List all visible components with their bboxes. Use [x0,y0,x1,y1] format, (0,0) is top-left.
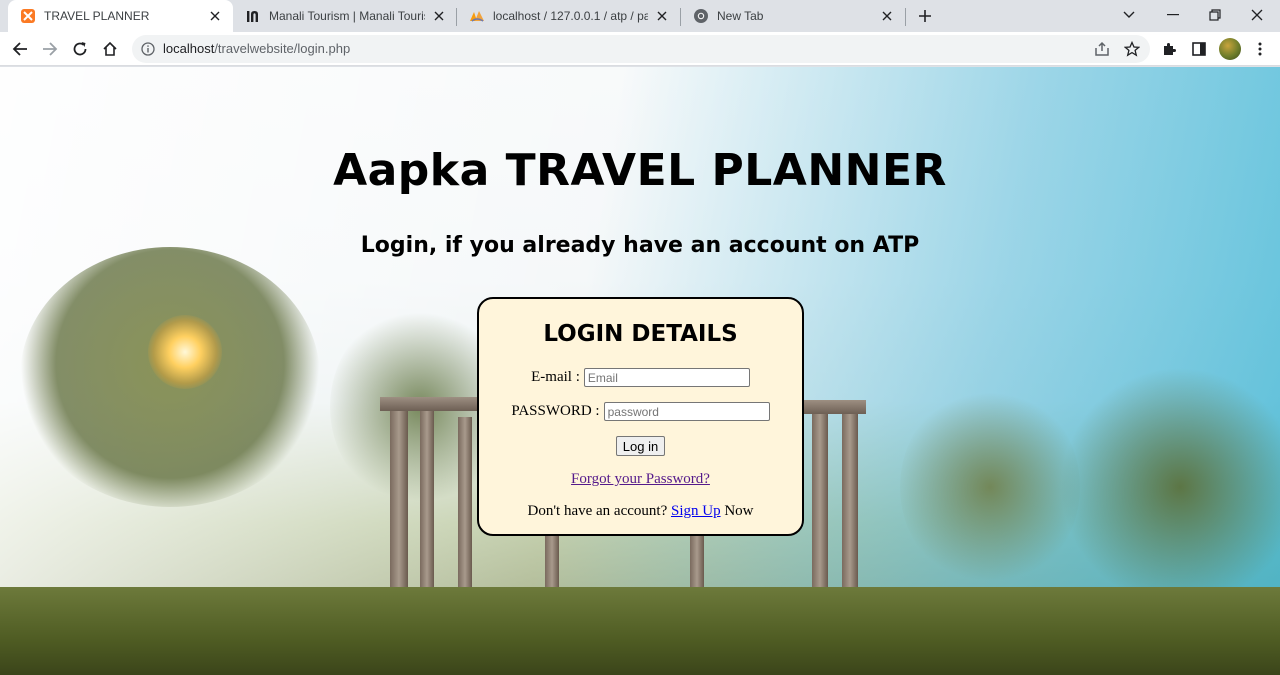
arrow-right-icon [43,42,58,56]
url-path: /travelwebsite/login.php [214,41,351,56]
profile-avatar[interactable] [1219,38,1241,60]
holidify-icon [245,8,261,24]
share-button[interactable] [1088,35,1116,63]
xampp-icon [20,8,36,24]
arrow-left-icon [12,42,27,56]
close-tab-icon[interactable] [431,8,447,24]
login-button[interactable]: Log in [615,436,666,456]
browser-toolbar: localhost/travelwebsite/login.php [0,32,1280,66]
tab-strip: TRAVEL PLANNER Manali Tourism | Manali T… [0,0,1280,32]
password-field[interactable] [603,402,770,421]
signup-suffix: Now [724,503,754,519]
tab-separator [905,8,906,26]
back-button[interactable] [6,35,34,63]
info-icon[interactable] [140,41,156,57]
bookmark-button[interactable] [1118,35,1146,63]
chrome-icon [693,8,709,24]
tab-manali-tourism[interactable]: Manali Tourism | Manali Tourist P [233,0,457,32]
reload-button[interactable] [66,35,94,63]
tab-title: TRAVEL PLANNER [44,9,150,23]
new-tab-button[interactable] [913,4,937,28]
restore-icon [1209,9,1221,21]
side-panel-icon [1192,42,1206,56]
phpmyadmin-icon [469,8,485,24]
puzzle-icon [1164,43,1176,55]
tab-title: New Tab [717,9,764,23]
minimize-button[interactable] [1150,0,1196,30]
menu-button[interactable] [1246,35,1274,63]
forward-button[interactable] [36,35,64,63]
close-tab-icon[interactable] [207,8,223,24]
extensions-button[interactable] [1155,35,1183,63]
page-content: Aapka TRAVEL PLANNER Login, if you alrea… [0,67,1280,675]
login-form: LOGIN DETAILS E-mail : PASSWORD : Log in… [477,297,804,536]
reload-icon [73,42,87,56]
login-heading: LOGIN DETAILS [543,321,738,347]
tab-new-tab[interactable]: New Tab [681,0,905,32]
home-button[interactable] [96,35,124,63]
password-label: PASSWORD : [511,403,600,419]
kebab-menu-icon [1258,42,1262,56]
address-bar[interactable]: localhost/travelwebsite/login.php [132,35,1150,63]
chevron-down-icon [1123,11,1135,18]
forgot-row: Forgot your Password? [479,471,802,488]
close-tab-icon[interactable] [654,8,670,24]
close-tab-icon[interactable] [879,8,895,24]
email-field[interactable] [583,368,750,387]
url-text: localhost/travelwebsite/login.php [163,41,350,56]
share-icon [1095,41,1109,56]
forgot-password-link[interactable]: Forgot your Password? [571,471,710,488]
email-row: E-mail : [479,368,802,387]
site-title: Aapka TRAVEL PLANNER [333,145,947,196]
url-host: localhost [163,41,215,56]
signup-prefix: Don't have an account? [527,503,668,519]
submit-row: Log in [479,436,802,456]
tab-search-button[interactable] [1106,0,1152,30]
side-panel-button[interactable] [1185,35,1213,63]
minimize-icon [1167,14,1179,16]
email-label: E-mail : [531,369,580,385]
restore-button[interactable] [1192,0,1238,30]
close-icon [1251,9,1263,21]
password-row: PASSWORD : [479,402,802,421]
plus-icon [919,10,931,22]
signup-link[interactable]: Sign Up [671,503,721,520]
star-icon [1124,41,1140,57]
tab-travel-planner[interactable]: TRAVEL PLANNER [8,0,233,32]
signup-row: Don't have an account? Sign Up Now [479,503,802,520]
page-subtitle: Login, if you already have an account on… [360,233,920,258]
close-window-button[interactable] [1234,0,1280,30]
tab-title: Manali Tourism | Manali Tourist P [269,9,425,23]
tab-title: localhost / 127.0.0.1 / atp / packa [493,9,648,23]
home-icon [103,41,117,56]
tab-phpmyadmin[interactable]: localhost / 127.0.0.1 / atp / packa [457,0,680,32]
